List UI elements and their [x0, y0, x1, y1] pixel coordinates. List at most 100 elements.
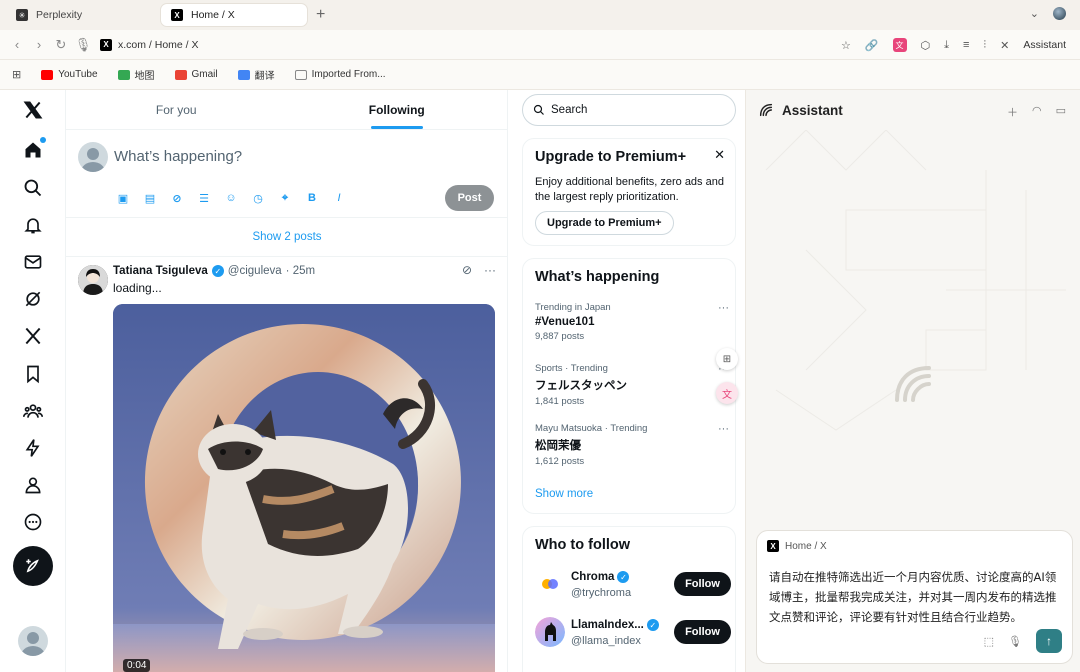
context-chip[interactable]: X Home / X — [767, 540, 827, 552]
more-options-icon[interactable] — [21, 510, 45, 534]
screenshot-select-icon[interactable]: ⬚ — [984, 635, 994, 648]
bookmark-imported[interactable]: Imported From... — [294, 69, 386, 80]
suggestion-name: LlamaIndex... ✓ — [571, 619, 659, 631]
close-icon[interactable]: ✕ — [714, 147, 725, 163]
bookmark-star-icon[interactable]: ☆ — [841, 39, 851, 52]
tab-list-chevron-icon[interactable]: ⌄ — [1030, 7, 1039, 20]
show-new-posts-button[interactable]: Show 2 posts — [66, 219, 507, 257]
back-icon[interactable]: ‹ — [6, 37, 28, 52]
translate-float-icon[interactable]: 文 — [716, 382, 738, 404]
notifications-bell-icon[interactable] — [21, 213, 45, 237]
tab-following[interactable]: Following — [287, 90, 508, 129]
explore-search-icon[interactable] — [21, 176, 45, 200]
history-icon[interactable]: ▭ — [1056, 104, 1066, 120]
close-icon[interactable]: ✕ — [1000, 39, 1009, 52]
grok-explain-icon[interactable]: ⊘ — [462, 263, 472, 277]
url-field[interactable]: X x.com / Home / X — [100, 38, 199, 51]
follow-button[interactable]: Follow — [674, 572, 731, 596]
context-label: Home / X — [785, 540, 827, 552]
bookmarks-icon[interactable] — [21, 362, 45, 386]
assistant-watermark-logo — [895, 366, 931, 402]
menu-lines-icon[interactable]: ≡ — [963, 39, 969, 51]
tweet-text: loading... — [113, 281, 162, 295]
grok-icon[interactable] — [21, 287, 45, 311]
more-dots-icon[interactable]: ··· — [718, 302, 729, 314]
assistant-title: Assistant — [782, 102, 843, 118]
assistant-button[interactable]: Assistant — [1023, 39, 1066, 51]
x-sidebar — [0, 90, 66, 672]
home-icon[interactable] — [21, 137, 46, 162]
reload-icon[interactable]: ↻ — [50, 37, 72, 53]
more-dots-icon[interactable]: ··· — [484, 263, 496, 277]
account-avatar[interactable] — [18, 626, 48, 656]
microphone-icon[interactable]: 🎙 — [1008, 635, 1022, 648]
premium-body: Enjoy additional benefits, zero ads and … — [535, 176, 724, 203]
tweet-author-avatar[interactable] — [78, 265, 108, 295]
bold-icon[interactable]: B — [305, 191, 319, 205]
profile-globe-icon[interactable] — [1053, 7, 1066, 20]
italic-icon[interactable]: I — [332, 191, 346, 205]
compose-input[interactable]: What’s happening? — [114, 148, 242, 165]
bookmark-translate[interactable]: 翻译 — [237, 67, 275, 82]
audio-wave-icon[interactable]: ⫶ — [983, 39, 986, 52]
tab-home-x[interactable]: X Home / X — [160, 3, 308, 27]
trend-meta: Mayu Matsuoka · Trending — [535, 423, 648, 434]
send-button[interactable]: ↑ — [1036, 629, 1062, 653]
mic-icon[interactable]: 🎙 — [72, 37, 94, 53]
show-more-link[interactable]: Show more — [535, 488, 593, 500]
schedule-icon[interactable]: ◷ — [251, 191, 265, 205]
trend-item[interactable]: Sports · Trending フェルスタッペン 1,841 posts ·… — [535, 363, 731, 407]
tweet-time[interactable]: · 25m — [286, 265, 315, 277]
communities-icon[interactable] — [21, 399, 45, 423]
upgrade-premium-button[interactable]: Upgrade to Premium+ — [535, 211, 674, 235]
post-button[interactable]: Post — [445, 185, 494, 211]
emoji-icon[interactable]: ☺ — [224, 191, 238, 205]
location-icon[interactable]: ⌖ — [278, 191, 292, 205]
address-bar: ‹ › ↻ 🎙 X x.com / Home / X ☆ 🔗 文 ⬡ ⤓ ≡ ⫶… — [0, 30, 1080, 60]
trend-item[interactable]: Mayu Matsuoka · Trending 松岡茉優 1,612 post… — [535, 423, 731, 467]
qr-scan-icon[interactable]: ⊞ — [716, 348, 738, 370]
download-icon[interactable]: ⤓ — [944, 39, 949, 52]
x-logo-icon[interactable] — [21, 98, 45, 122]
forward-icon[interactable]: › — [28, 37, 50, 52]
trend-count: 1,612 posts — [535, 456, 585, 467]
apps-grid-icon[interactable]: ⊞ — [12, 68, 21, 81]
link-icon[interactable]: 🔗 — [865, 39, 879, 52]
grok-compose-icon[interactable]: ⊘ — [170, 191, 184, 205]
image-icon[interactable]: ▣ — [116, 191, 130, 205]
follow-button[interactable]: Follow — [674, 620, 731, 644]
tweet-video[interactable] — [113, 304, 495, 672]
bookmark-gmail[interactable]: Gmail — [174, 69, 218, 80]
broadcast-icon[interactable]: ◠ — [1032, 104, 1042, 120]
profile-icon[interactable] — [21, 473, 45, 497]
tweet-author-name[interactable]: Tatiana Tsiguleva — [113, 265, 208, 277]
gif-icon[interactable]: ▤ — [143, 191, 157, 205]
translate-icon[interactable]: 文 — [892, 38, 907, 52]
follow-suggestion[interactable]: LlamaIndex... ✓ @llama_index Follow — [535, 617, 731, 651]
follow-suggestion[interactable]: Chroma ✓ @trychroma Follow — [535, 569, 731, 603]
messages-envelope-icon[interactable] — [21, 250, 45, 274]
trend-name: フェルスタッペン — [535, 380, 627, 392]
x-favicon: X — [767, 540, 779, 552]
x-premium-icon[interactable] — [21, 324, 45, 348]
tab-perplexity[interactable]: ✳ Perplexity — [6, 3, 156, 27]
tweet[interactable]: Tatiana Tsiguleva ✓ @ciguleva · 25m ⊘ ··… — [66, 257, 507, 672]
trend-item[interactable]: Trending in Japan #Venue101 9,887 posts … — [535, 302, 731, 342]
poll-icon[interactable]: ☰ — [197, 191, 211, 205]
compose-post-button[interactable] — [13, 546, 53, 586]
tab-title: Home / X — [191, 9, 235, 21]
assistant-prompt-input[interactable]: 请自动在推特筛选出近一个月内容优质、讨论度高的AI领域博主，批量帮我完成关注，并… — [769, 567, 1061, 627]
premium-upsell-card: Upgrade to Premium+ ✕ Enjoy additional b… — [522, 138, 736, 246]
assistant-header-tools: ＋ ◠ ▭ — [1007, 104, 1066, 120]
bookmark-youtube[interactable]: YouTube — [41, 69, 98, 80]
tweet-author-handle[interactable]: @ciguleva — [228, 265, 282, 277]
more-dots-icon[interactable]: ··· — [718, 423, 729, 435]
floating-tools: ⊞ 文 — [716, 348, 738, 404]
tab-for-you[interactable]: For you — [66, 90, 287, 129]
verified-orgs-lightning-icon[interactable] — [21, 436, 45, 460]
search-input[interactable]: Search — [522, 94, 736, 126]
plus-icon[interactable]: ＋ — [1007, 104, 1018, 120]
extensions-icon[interactable]: ⬡ — [921, 39, 931, 52]
bookmark-maps[interactable]: 地图 — [117, 67, 155, 82]
new-tab-button[interactable]: + — [316, 7, 325, 23]
